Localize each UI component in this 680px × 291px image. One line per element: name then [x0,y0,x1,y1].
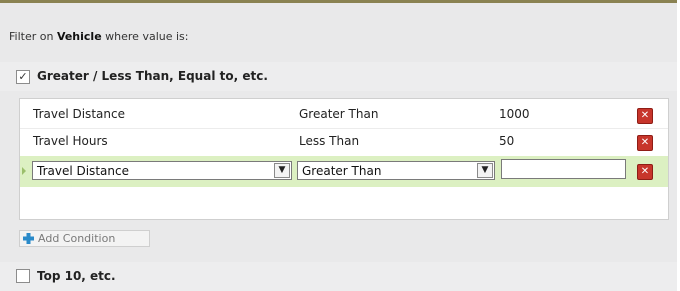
operator-select[interactable]: Greater Than ▼ [297,161,495,180]
filter-suffix: where value is: [101,30,189,43]
table-row: Travel Distance Greater Than 1000 ✕ [20,102,668,127]
checkmark-icon: ✓ [18,70,28,83]
delete-condition-button[interactable]: ✕ [637,135,653,151]
value-input[interactable] [501,159,626,179]
delete-condition-button[interactable]: ✕ [637,108,653,124]
chevron-down-icon[interactable]: ▼ [477,163,493,178]
chevron-down-icon[interactable]: ▼ [274,163,290,178]
delete-x-icon: ✕ [640,110,650,121]
comparison-section-label: Greater / Less Than, Equal to, etc. [37,69,268,83]
comparison-section-header: ✓ Greater / Less Than, Equal to, etc. [0,62,677,91]
top-section-header: Top 10, etc. [0,262,677,291]
add-condition-button[interactable]: Add Condition [19,230,150,247]
field-select-value: Travel Distance [37,164,129,178]
condition-field: Travel Hours [33,134,108,148]
delete-x-icon: ✕ [640,166,650,177]
condition-field: Travel Distance [33,107,125,121]
table-row: Travel Hours Less Than 50 ✕ [20,128,668,154]
condition-value: 50 [499,134,515,148]
conditions-grid: Travel Distance Greater Than 1000 ✕ Trav… [19,98,669,220]
top-checkbox[interactable] [16,269,30,283]
field-select[interactable]: Travel Distance ▼ [32,161,292,180]
row-indicator-icon [22,167,26,175]
filter-entity: Vehicle [56,30,102,43]
condition-operator: Greater Than [299,107,379,121]
delete-condition-button[interactable]: ✕ [637,164,653,180]
delete-x-icon: ✕ [640,137,650,148]
condition-value: 1000 [499,107,530,121]
operator-select-value: Greater Than [302,164,382,178]
add-condition-label: Add Condition [38,232,116,245]
plus-icon [23,233,34,244]
new-condition-row: Travel Distance ▼ Greater Than ▼ ✕ [20,156,668,187]
top-section-label: Top 10, etc. [37,269,116,283]
condition-operator: Less Than [299,134,360,148]
filter-prefix: Filter on [9,30,57,43]
filter-panel: Filter on Vehicle where value is: ✓ Grea… [0,0,677,291]
comparison-checkbox[interactable]: ✓ [16,70,30,84]
filter-heading: Filter on Vehicle where value is: [9,30,189,43]
